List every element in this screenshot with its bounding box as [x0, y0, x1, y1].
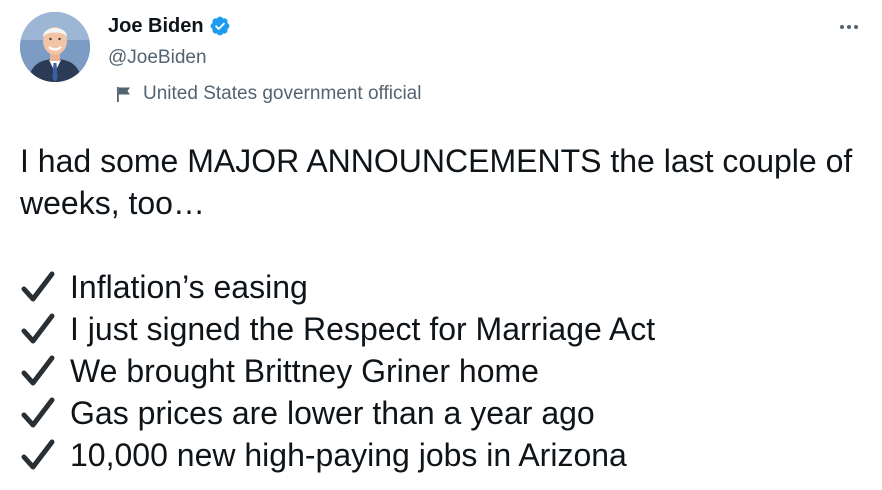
author-display-name[interactable]: Joe Biden	[108, 13, 204, 39]
check-mark-icon	[20, 311, 56, 347]
tweet-intro: I had some MAJOR ANNOUNCEMENTS the last …	[20, 143, 853, 221]
verified-badge-icon	[209, 15, 231, 37]
tweet-checklist: Inflation’s easing I just signed the Res…	[20, 266, 870, 476]
check-mark-icon	[20, 353, 56, 389]
list-item-text: I just signed the Respect for Marriage A…	[70, 311, 656, 347]
list-item-text: We brought Brittney Griner home	[70, 353, 539, 389]
list-item: We brought Brittney Griner home	[20, 350, 870, 392]
author-name-row[interactable]: Joe Biden	[108, 13, 231, 39]
more-horizontal-icon	[840, 25, 858, 29]
list-item: Inflation’s easing	[20, 266, 870, 308]
list-item: Gas prices are lower than a year ago	[20, 392, 870, 434]
list-item: 10,000 new high-paying jobs in Arizona	[20, 434, 870, 476]
check-mark-icon	[20, 269, 56, 305]
avatar-photo	[20, 12, 90, 82]
list-item: I just signed the Respect for Marriage A…	[20, 308, 870, 350]
avatar[interactable]	[20, 12, 90, 82]
list-item-text: Gas prices are lower than a year ago	[70, 395, 595, 431]
list-item-text: 10,000 new high-paying jobs in Arizona	[70, 437, 627, 473]
tweet-card: Joe Biden @JoeBiden United States govern…	[0, 0, 882, 490]
author-handle[interactable]: @JoeBiden	[108, 46, 207, 70]
check-mark-icon	[20, 395, 56, 431]
account-label: United States government official	[143, 83, 422, 104]
list-item-text: Inflation’s easing	[70, 269, 308, 305]
tweet-text: I had some MAJOR ANNOUNCEMENTS the last …	[20, 140, 870, 476]
check-mark-icon	[20, 437, 56, 473]
flag-icon	[115, 85, 133, 103]
account-label-row: United States government official	[115, 81, 421, 107]
more-options-button[interactable]	[834, 12, 864, 42]
